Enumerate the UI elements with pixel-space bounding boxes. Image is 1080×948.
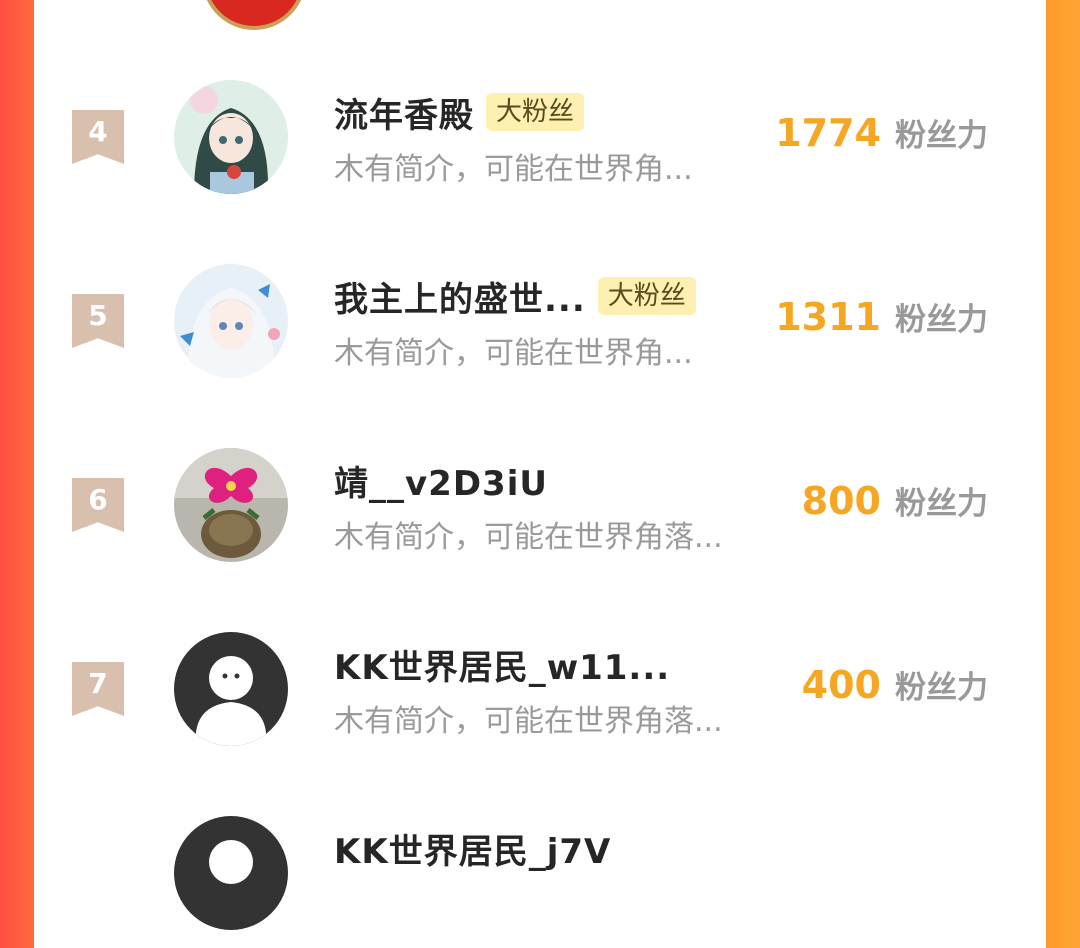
list-item[interactable]: 4 流年香殿 大粉丝 木有简介，可能在世界角... 1774 粉丝力 <box>34 62 1046 212</box>
user-name[interactable]: 流年香殿 <box>334 88 474 137</box>
list-item[interactable]: 5 我主上的盛世... 大粉丝 木有简介，可能在世界角... 1311 粉丝力 <box>34 246 1046 396</box>
list-item[interactable]: KK世界居民_j7V <box>34 798 1046 948</box>
user-avatar[interactable] <box>174 80 288 194</box>
default-user-icon <box>174 632 288 746</box>
fan-power-unit: 粉丝力 <box>895 118 988 154</box>
previous-row-avatar[interactable] <box>202 0 306 30</box>
user-bio: 木有简介，可能在世界角... <box>334 336 693 371</box>
big-fan-badge: 大粉丝 <box>486 93 585 131</box>
user-bio: 木有简介，可能在世界角落... <box>334 520 723 555</box>
user-name[interactable]: KK世界居民_w11... <box>334 640 670 689</box>
user-bio: 木有简介，可能在世界角落... <box>334 704 723 739</box>
fan-ranking-list: 4 流年香殿 大粉丝 木有简介，可能在世界角... 1774 粉丝力 5 我主上… <box>34 0 1046 930</box>
fan-power-value: 800 <box>801 479 881 523</box>
fan-power-unit: 粉丝力 <box>895 486 988 522</box>
fan-power-value: 400 <box>801 663 881 707</box>
user-name[interactable]: KK世界居民_j7V <box>334 824 611 873</box>
user-avatar[interactable] <box>174 816 288 930</box>
rank-badge: 7 <box>72 662 124 716</box>
list-item[interactable]: 6 靖__v2D3iU 木有简介，可能在世界角落... 800 粉丝力 <box>34 430 1046 580</box>
user-name[interactable]: 我主上的盛世... <box>334 272 586 321</box>
list-item[interactable]: 7 KK世界居民_w11... 木有简介，可能在世界角落... 400 粉丝力 <box>34 614 1046 764</box>
user-name[interactable]: 靖__v2D3iU <box>334 456 548 505</box>
user-avatar[interactable] <box>174 632 288 746</box>
fan-power-value: 1774 <box>775 111 881 155</box>
rank-badge: 4 <box>72 110 124 164</box>
fan-power-value: 1311 <box>775 295 881 339</box>
fan-power-unit: 粉丝力 <box>895 302 988 338</box>
fan-power-unit: 粉丝力 <box>895 670 988 706</box>
user-avatar[interactable] <box>174 264 288 378</box>
user-bio: 木有简介，可能在世界角... <box>334 152 693 187</box>
big-fan-badge: 大粉丝 <box>597 277 696 315</box>
rank-badge: 5 <box>72 294 124 348</box>
rank-badge: 6 <box>72 478 124 532</box>
user-avatar[interactable] <box>174 448 288 562</box>
